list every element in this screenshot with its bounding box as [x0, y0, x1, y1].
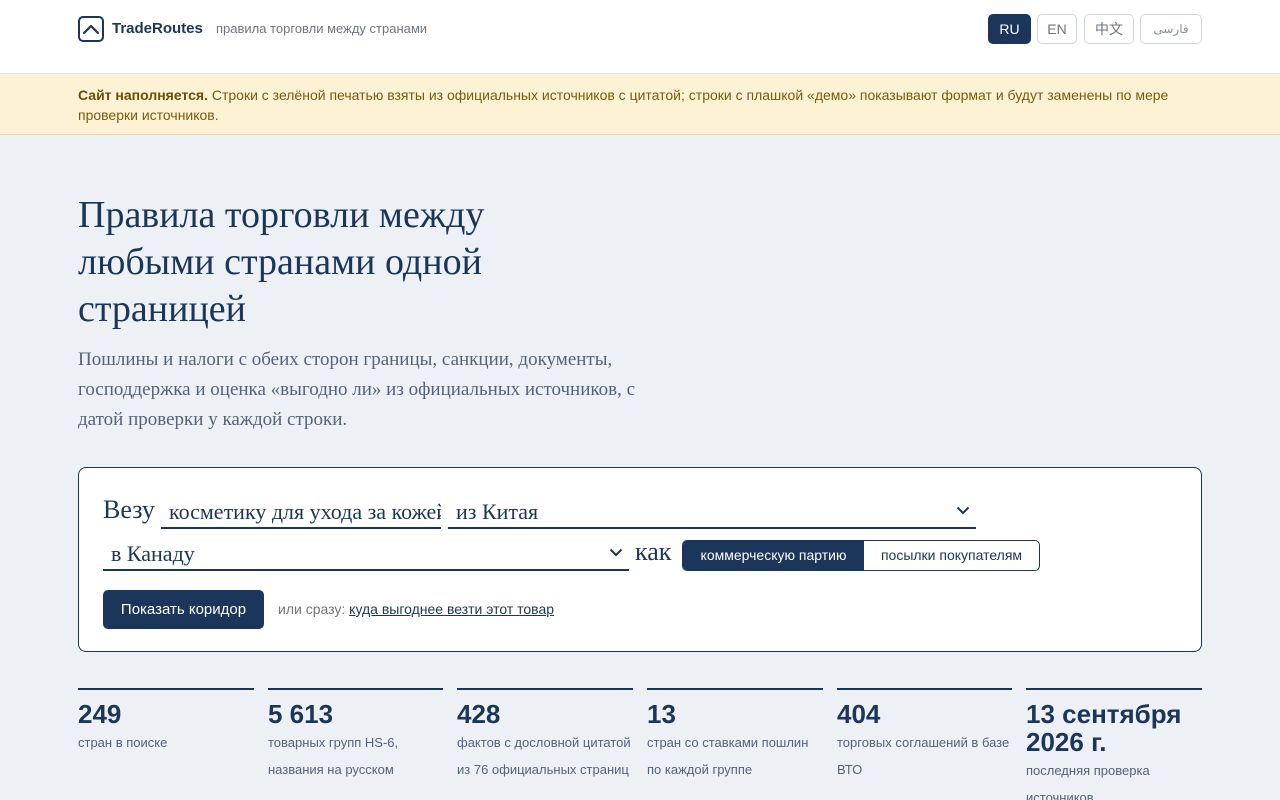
lang-button-fa[interactable]: فارسی	[1140, 14, 1202, 44]
destination-select-value: в Канаду	[111, 541, 195, 566]
brand-name[interactable]: TradeRoutes	[112, 20, 203, 37]
stat-label: товарных групп HS-6, названия на русском	[268, 735, 399, 777]
brand-tagline: правила торговли между странами	[216, 21, 428, 36]
alternative-action: или сразу: куда выгоднее везти этот това…	[278, 601, 554, 617]
stat-facts: 428 фактов с дословной цитатой из 76 офи…	[457, 688, 633, 777]
best-destination-link[interactable]: куда выгоднее везти этот товар	[349, 601, 554, 617]
notice-title: Сайт наполняется.	[78, 87, 208, 103]
stat-label: стран со ставками пошлин по каждой групп…	[647, 735, 809, 777]
stat-value: 249	[78, 699, 122, 729]
stat-value: 428	[457, 699, 501, 729]
mode-commercial-button[interactable]: коммерческую партию	[683, 541, 864, 570]
stat-agreements: 404 торговых соглашений в базе ВТО	[837, 688, 1012, 777]
show-corridor-button[interactable]: Показать коридор	[103, 590, 264, 629]
mode-parcels-button[interactable]: посылки покупателям	[864, 541, 1039, 570]
notice-banner: Сайт наполняется. Строки с зелёной печат…	[0, 74, 1280, 135]
chevron-down-icon	[956, 506, 970, 515]
stat-hs-groups: 5 613 товарных групп HS-6, названия на р…	[268, 688, 443, 777]
stat-label: стран в поиске	[78, 735, 168, 750]
top-bar: TradeRoutes правила торговли между стран…	[0, 0, 1280, 74]
page-subtitle: Пошлины и налоги с обеих сторон границы,…	[78, 349, 636, 430]
stat-value: 5 613	[268, 699, 334, 729]
origin-select[interactable]: из Китая	[448, 497, 976, 529]
stat-last-check: 13 сентября 2026 г. последняя проверка и…	[1026, 688, 1202, 800]
product-input-field[interactable]	[161, 497, 441, 527]
stat-tariff-countries: 13 стран со ставками пошлин по каждой гр…	[647, 688, 823, 777]
origin-select-value: из Китая	[456, 499, 539, 524]
alternative-prefix: или сразу:	[278, 601, 346, 617]
chevron-down-icon	[609, 548, 623, 557]
shipment-mode-toggle: коммерческую партию посылки покупателям	[682, 540, 1040, 571]
stat-countries: 249 стран в поиске	[78, 688, 254, 750]
stat-label: торговых соглашений в базе ВТО	[837, 735, 1010, 777]
notice-text: Строки с зелёной печатью взяты из официа…	[78, 87, 1169, 123]
corridor-search-panel: Везу из Китая в Канаду как коммерческую …	[78, 467, 1202, 652]
lang-button-en[interactable]: EN	[1037, 14, 1077, 44]
product-input[interactable]	[161, 497, 441, 529]
stat-value: 404	[837, 699, 881, 729]
as-label: как	[635, 537, 672, 566]
logo-icon[interactable]	[78, 16, 104, 42]
stat-label: последняя проверка источников	[1026, 763, 1150, 800]
destination-select[interactable]: в Канаду	[103, 539, 629, 571]
page-title: Правила торговли между любыми странами о…	[78, 194, 485, 330]
stat-value: 13 сентября 2026 г.	[1026, 699, 1182, 757]
lang-button-zh[interactable]: 中文	[1084, 14, 1134, 44]
lang-button-ru[interactable]: RU	[988, 14, 1031, 44]
stat-value: 13	[647, 699, 676, 729]
search-prefix: Везу	[103, 495, 155, 524]
stat-label: фактов с дословной цитатой из 76 официал…	[457, 735, 631, 777]
